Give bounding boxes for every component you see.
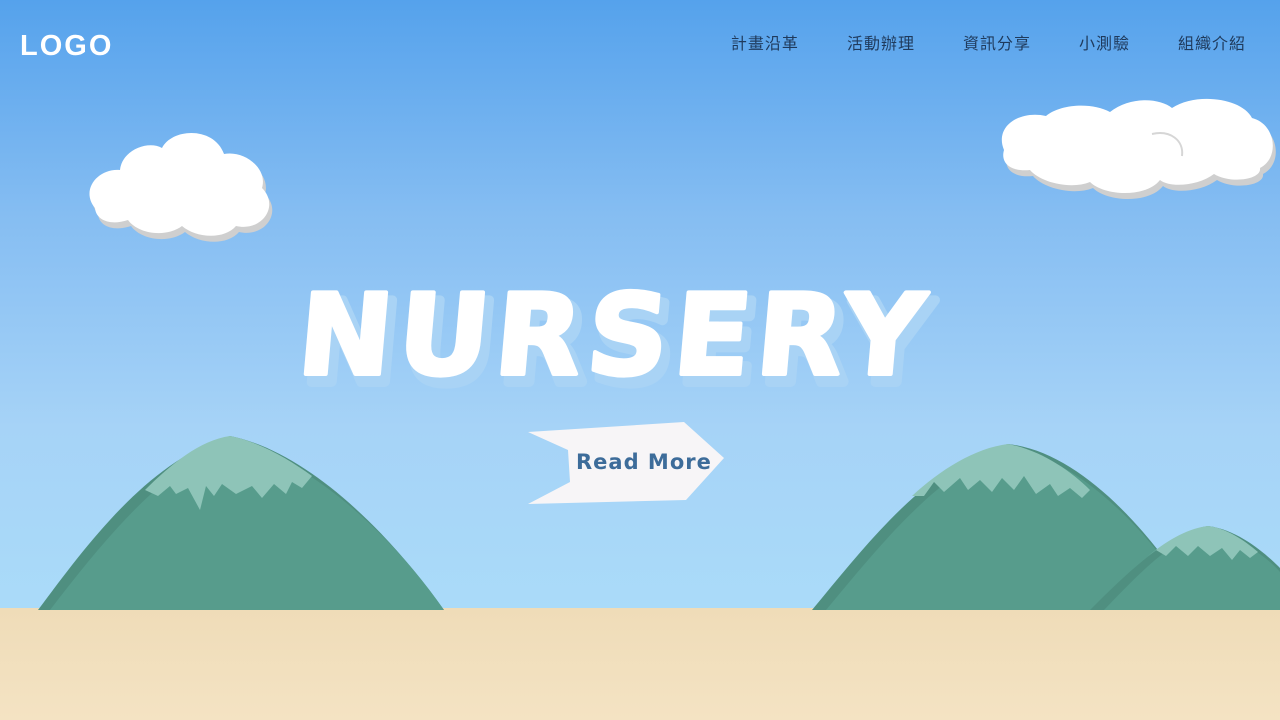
nav-item-quiz[interactable]: 小測驗 xyxy=(1079,30,1130,54)
nav-item-events[interactable]: 活動辦理 xyxy=(847,30,915,54)
mountain-right xyxy=(812,444,1280,610)
read-more-label: Read More xyxy=(576,450,712,474)
mountain-left xyxy=(38,436,444,610)
nav-item-history[interactable]: 計畫沿革 xyxy=(731,30,799,54)
hero-title-text: NURSERY xyxy=(293,271,936,401)
cloud-right xyxy=(1001,98,1276,199)
hero-title: NURSERY NURSERY xyxy=(291,269,947,414)
cloud-left xyxy=(89,132,273,242)
nav-item-info-sharing[interactable]: 資訊分享 xyxy=(963,30,1031,54)
nav-item-about[interactable]: 組織介紹 xyxy=(1178,30,1246,54)
read-more-button[interactable]: Read More xyxy=(524,420,728,508)
main-nav: 計畫沿革 活動辦理 資訊分享 小測驗 組織介紹 xyxy=(683,30,1246,54)
site-logo[interactable]: LOGO xyxy=(20,30,113,63)
